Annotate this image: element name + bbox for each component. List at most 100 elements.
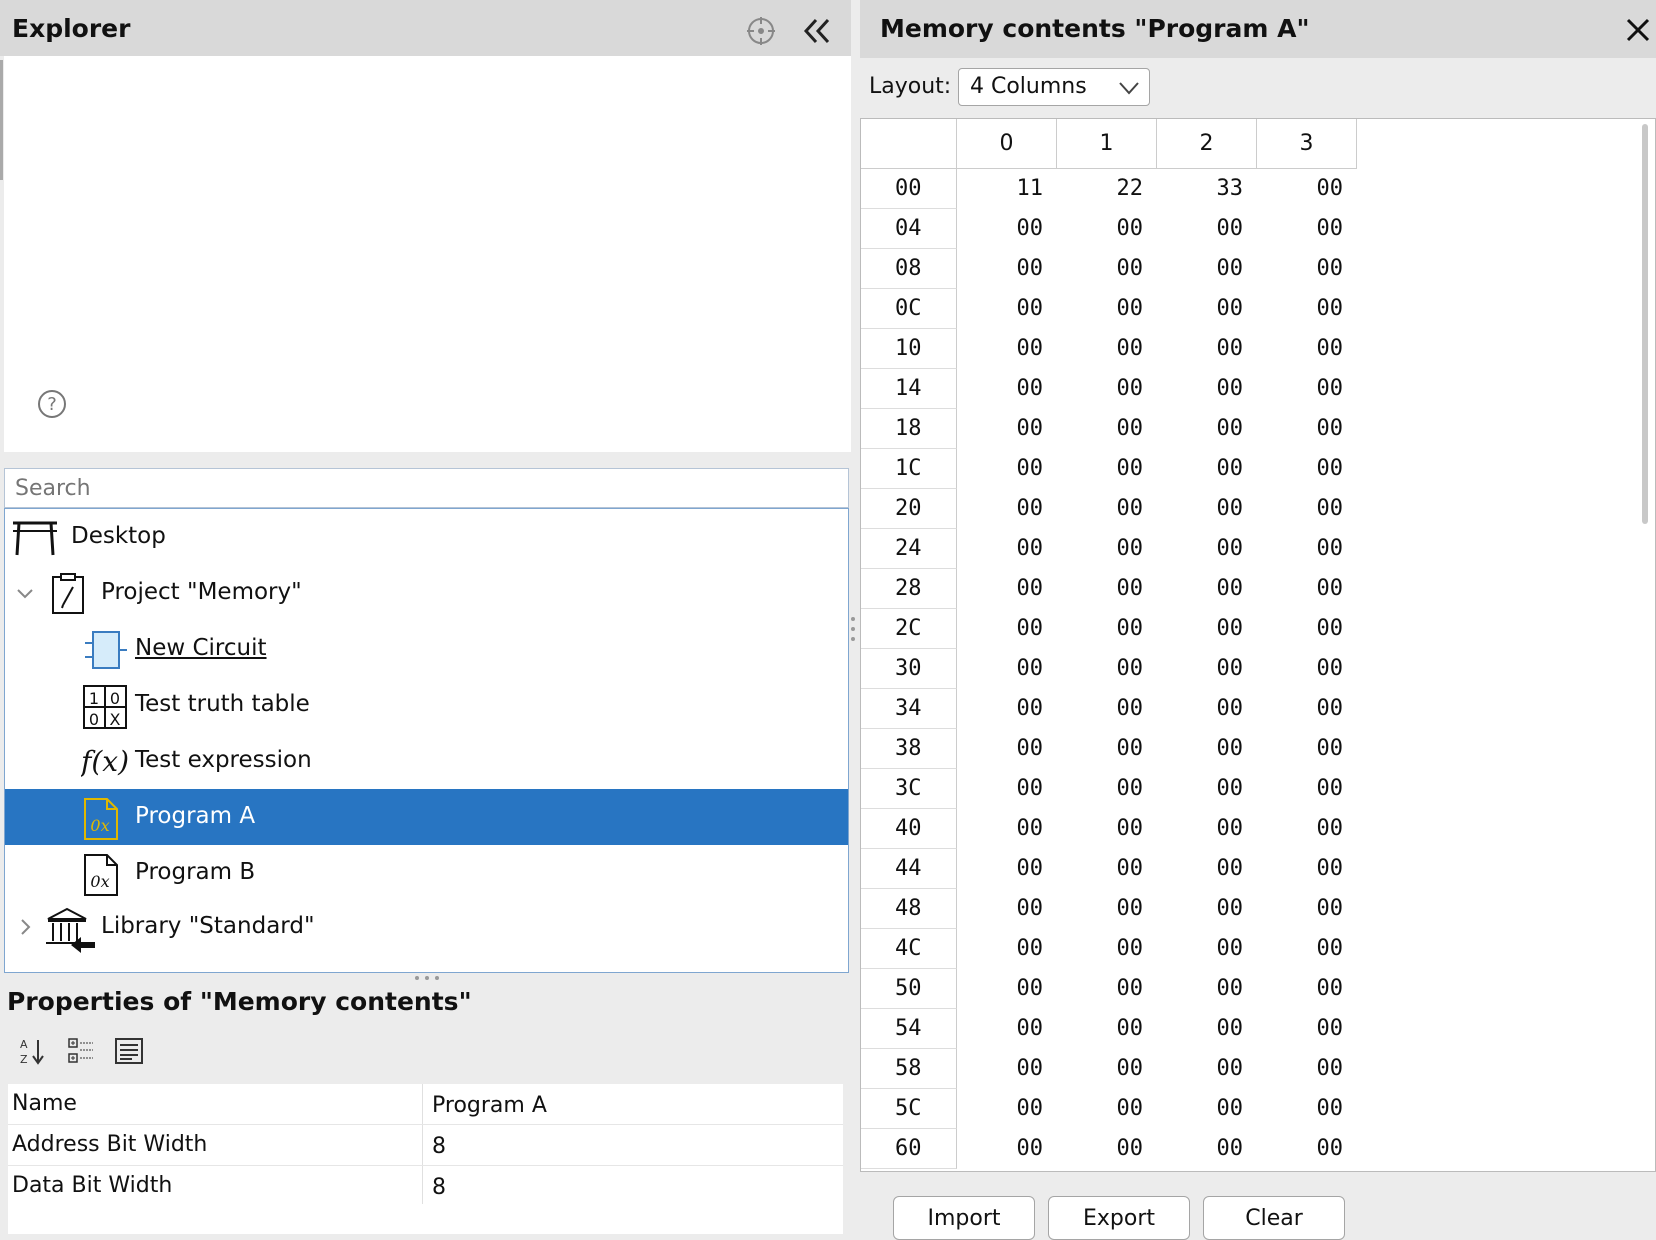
memory-cell[interactable]: 00 — [1157, 649, 1257, 689]
memory-cell[interactable]: 00 — [1157, 769, 1257, 809]
double-chevron-left-icon[interactable] — [800, 14, 834, 48]
clear-button[interactable]: Clear — [1203, 1196, 1345, 1240]
memory-cell[interactable]: 00 — [957, 369, 1057, 409]
splitter-handle-icon[interactable] — [850, 614, 856, 644]
memory-cell[interactable]: 00 — [1157, 849, 1257, 889]
memory-cell[interactable]: 00 — [1057, 689, 1157, 729]
property-value[interactable]: Program A — [432, 1093, 547, 1118]
memory-cell[interactable]: 00 — [957, 1049, 1057, 1089]
memory-cell[interactable]: 00 — [1257, 569, 1357, 609]
memory-cell[interactable]: 00 — [957, 889, 1057, 929]
tree-item-new-circuit[interactable]: New Circuit — [5, 621, 848, 677]
memory-cell[interactable]: 22 — [1057, 169, 1157, 209]
memory-cell[interactable]: 00 — [1157, 569, 1257, 609]
memory-cell[interactable]: 00 — [1257, 769, 1357, 809]
export-button[interactable]: Export — [1048, 1196, 1190, 1240]
memory-cell[interactable]: 00 — [957, 609, 1057, 649]
tree-item-test-truth-table[interactable]: 1 0 0 X Test truth table — [5, 677, 848, 733]
memory-cell[interactable]: 00 — [957, 809, 1057, 849]
memory-cell[interactable]: 00 — [1057, 1129, 1157, 1169]
memory-cell[interactable]: 00 — [957, 849, 1057, 889]
tree-item-program-a[interactable]: 0x Program A — [5, 789, 848, 845]
sort-alphabetical-icon[interactable]: A Z — [18, 1036, 48, 1066]
memory-cell[interactable]: 00 — [957, 649, 1057, 689]
memory-cell[interactable]: 00 — [1157, 409, 1257, 449]
memory-cell[interactable]: 00 — [1257, 1129, 1357, 1169]
memory-cell[interactable]: 00 — [1157, 929, 1257, 969]
memory-cell[interactable]: 00 — [957, 969, 1057, 1009]
property-value[interactable]: 8 — [432, 1134, 446, 1159]
memory-cell[interactable]: 00 — [957, 449, 1057, 489]
memory-cell[interactable]: 00 — [1157, 289, 1257, 329]
memory-cell[interactable]: 00 — [1057, 489, 1157, 529]
memory-cell[interactable]: 00 — [1157, 1009, 1257, 1049]
memory-cell[interactable]: 00 — [1057, 889, 1157, 929]
memory-cell[interactable]: 00 — [1057, 569, 1157, 609]
memory-cell[interactable]: 00 — [1057, 249, 1157, 289]
memory-cell[interactable]: 00 — [1157, 889, 1257, 929]
memory-cell[interactable]: 00 — [957, 1089, 1057, 1129]
memory-cell[interactable]: 00 — [1157, 369, 1257, 409]
memory-cell[interactable]: 00 — [957, 209, 1057, 249]
memory-cell[interactable]: 00 — [1057, 409, 1157, 449]
resize-handle-icon[interactable] — [412, 974, 442, 982]
memory-cell[interactable]: 00 — [1257, 369, 1357, 409]
close-icon[interactable] — [1624, 16, 1652, 44]
memory-cell[interactable]: 00 — [1257, 329, 1357, 369]
memory-cell[interactable]: 00 — [1257, 689, 1357, 729]
memory-cell[interactable]: 00 — [957, 409, 1057, 449]
memory-cell[interactable]: 00 — [957, 769, 1057, 809]
memory-cell[interactable]: 00 — [1057, 969, 1157, 1009]
memory-cell[interactable]: 00 — [1257, 649, 1357, 689]
memory-cell[interactable]: 00 — [1057, 649, 1157, 689]
memory-cell[interactable]: 00 — [1257, 289, 1357, 329]
memory-cell[interactable]: 00 — [1057, 329, 1157, 369]
memory-cell[interactable]: 00 — [1157, 489, 1257, 529]
memory-cell[interactable]: 00 — [1257, 729, 1357, 769]
memory-cell[interactable]: 00 — [957, 289, 1057, 329]
memory-cell[interactable]: 00 — [1257, 529, 1357, 569]
help-icon[interactable]: ? — [36, 388, 68, 420]
memory-cell[interactable]: 00 — [1057, 1009, 1157, 1049]
memory-cell[interactable]: 00 — [957, 1009, 1057, 1049]
locate-icon[interactable] — [746, 16, 776, 46]
memory-cell[interactable]: 00 — [1257, 889, 1357, 929]
chevron-right-icon[interactable] — [15, 917, 35, 937]
memory-cell[interactable]: 00 — [1057, 809, 1157, 849]
memory-cell[interactable]: 00 — [957, 729, 1057, 769]
memory-cell[interactable]: 00 — [1257, 929, 1357, 969]
memory-cell[interactable]: 00 — [1257, 1089, 1357, 1129]
memory-cell[interactable]: 00 — [1257, 249, 1357, 289]
memory-cell[interactable]: 00 — [1057, 769, 1157, 809]
memory-cell[interactable]: 00 — [1057, 609, 1157, 649]
memory-cell[interactable]: 00 — [1157, 249, 1257, 289]
memory-cell[interactable]: 00 — [1257, 409, 1357, 449]
memory-cell[interactable]: 00 — [1157, 1129, 1257, 1169]
memory-cell[interactable]: 00 — [957, 529, 1057, 569]
description-view-icon[interactable] — [114, 1036, 144, 1066]
tree-item-library-standard[interactable]: Library "Standard" — [5, 899, 848, 955]
property-row-data-bit-width[interactable]: Data Bit Width 8 — [8, 1166, 843, 1207]
tree-item-project-memory[interactable]: Project "Memory" — [5, 565, 848, 621]
memory-cell[interactable]: 00 — [1157, 1089, 1257, 1129]
memory-cell[interactable]: 00 — [957, 929, 1057, 969]
import-button[interactable]: Import — [893, 1196, 1035, 1240]
memory-cell[interactable]: 00 — [1057, 1049, 1157, 1089]
memory-cell[interactable]: 00 — [1057, 449, 1157, 489]
tree-item-program-b[interactable]: 0x Program B — [5, 845, 848, 901]
memory-cell[interactable]: 00 — [1057, 849, 1157, 889]
search-input[interactable] — [4, 468, 849, 508]
memory-cell[interactable]: 00 — [957, 489, 1057, 529]
memory-cell[interactable]: 00 — [1257, 849, 1357, 889]
memory-cell[interactable]: 00 — [1057, 929, 1157, 969]
memory-cell[interactable]: 00 — [1257, 1009, 1357, 1049]
memory-cell[interactable]: 00 — [1057, 289, 1157, 329]
memory-cell[interactable]: 00 — [1057, 369, 1157, 409]
memory-cell[interactable]: 00 — [957, 249, 1057, 289]
chevron-down-icon[interactable] — [1118, 80, 1140, 96]
property-value[interactable]: 8 — [432, 1175, 446, 1200]
property-row-address-bit-width[interactable]: Address Bit Width 8 — [8, 1125, 843, 1166]
property-row-name[interactable]: Name Program A — [8, 1084, 843, 1125]
memory-cell[interactable]: 00 — [1157, 449, 1257, 489]
memory-cell[interactable]: 00 — [1257, 969, 1357, 1009]
